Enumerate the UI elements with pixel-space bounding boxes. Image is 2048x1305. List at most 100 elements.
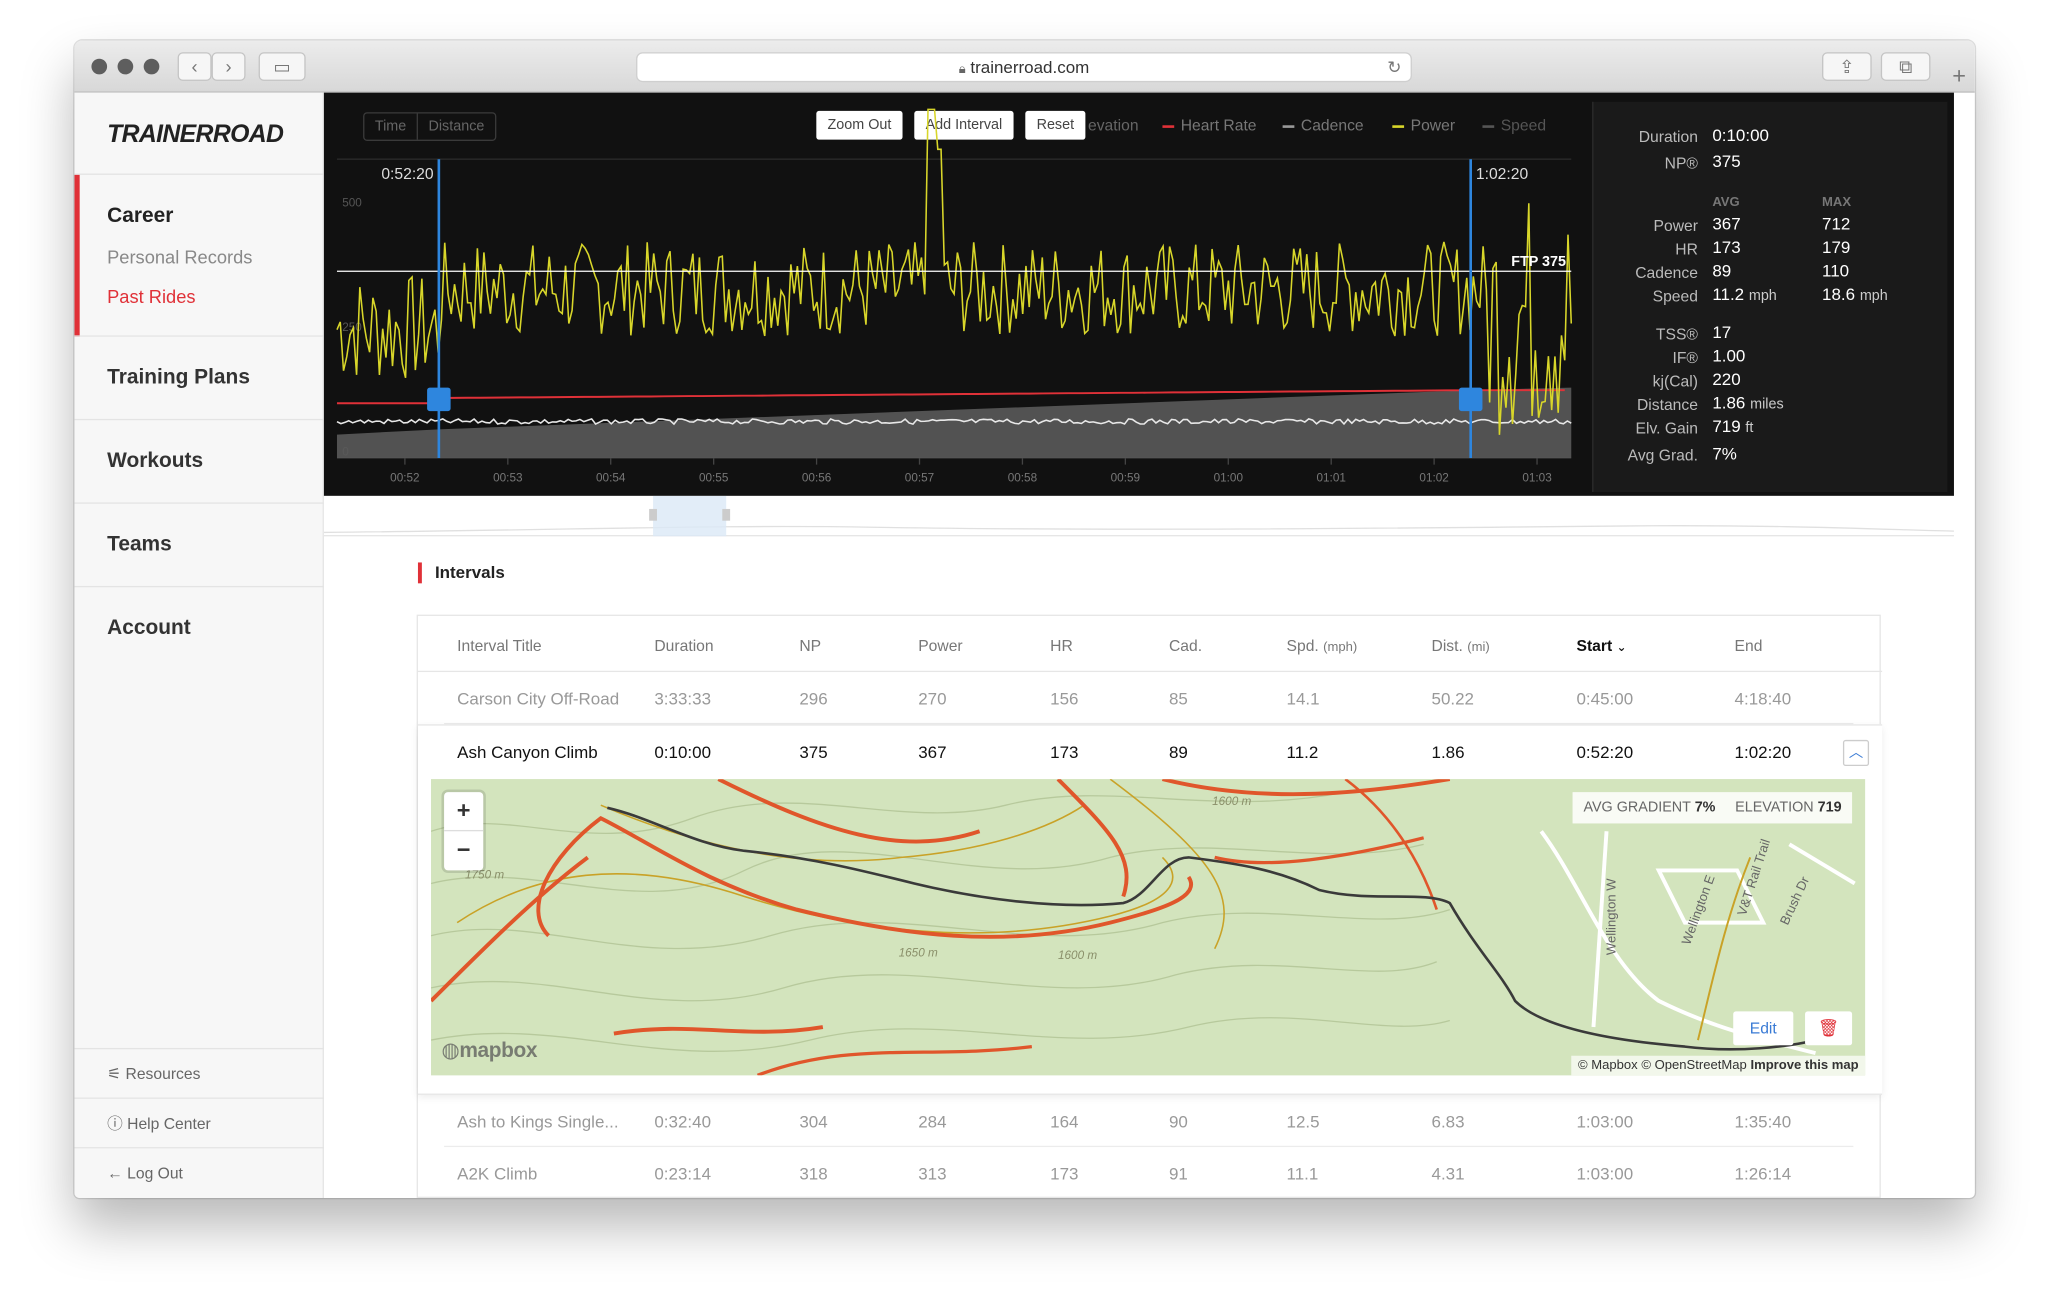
x-tick-label: 00:54 xyxy=(596,472,626,485)
cell-spd: 11.1 xyxy=(1286,1164,1319,1184)
reload-icon[interactable]: ↻ xyxy=(1387,54,1401,81)
zoom-window-button[interactable] xyxy=(143,58,160,75)
back-icon[interactable]: ‹ xyxy=(177,52,212,81)
col-start[interactable]: Start ⌄ xyxy=(1576,637,1626,655)
minimize-window-button[interactable] xyxy=(117,58,134,75)
browser-toolbar: ‹ › ▭ 🔒︎ trainerroad.com ↻ ⇪ ⧉ + xyxy=(74,40,1975,93)
improve-map-link[interactable]: Improve this map xyxy=(1750,1058,1858,1072)
sidebar-toggle-icon[interactable]: ▭ xyxy=(258,52,306,81)
cell-start: 1:03:00 xyxy=(1576,1164,1634,1184)
share-icon[interactable]: ⇪ xyxy=(1822,52,1872,81)
help-center-link[interactable]: ⓘ Help Center xyxy=(74,1097,324,1148)
resources-label: Resources xyxy=(125,1064,201,1084)
np-label: NP® xyxy=(1664,153,1698,173)
col-duration[interactable]: Duration xyxy=(654,637,713,655)
interval-map[interactable]: 1600 m 1650 m 1600 m 1750 m Wellington W… xyxy=(431,779,1866,1076)
cell-title: Carson City Off-Road xyxy=(457,689,620,709)
nav-past-rides[interactable]: Past Rides xyxy=(107,286,195,307)
map-attribution: © Mapbox © OpenStreetMap Improve this ma… xyxy=(1571,1055,1866,1076)
nav-group-account: Account xyxy=(74,585,324,670)
duration-value: 0:10:00 xyxy=(1712,125,1769,145)
nav-training-plans[interactable]: Training Plans xyxy=(107,367,250,390)
duration-label: Duration xyxy=(1638,127,1698,147)
map-zoom-control: + − xyxy=(444,792,484,871)
edit-interval-button[interactable]: Edit xyxy=(1733,1011,1794,1046)
cell-spd: 11.2 xyxy=(1286,742,1319,763)
address-bar[interactable]: 🔒︎ trainerroad.com ↻ xyxy=(636,52,1412,83)
overview-selection[interactable] xyxy=(653,495,727,537)
cell-dist: 4.31 xyxy=(1431,1164,1465,1184)
col-title[interactable]: Interval Title xyxy=(457,637,542,655)
attribution-text[interactable]: © Mapbox © OpenStreetMap xyxy=(1578,1058,1747,1072)
kj-label: kj(Cal) xyxy=(1652,371,1698,391)
x-tick-label: 00:57 xyxy=(905,472,934,485)
cell-end: 1:26:14 xyxy=(1734,1164,1792,1184)
nav-personal-records[interactable]: Personal Records xyxy=(107,247,252,268)
cell-cad: 90 xyxy=(1168,1111,1188,1132)
speed-avg-unit: mph xyxy=(1748,288,1777,305)
ride-chart-panel: Time Distance Zoom Out Add Interval Rese… xyxy=(323,92,1954,496)
x-tick-label: 00:55 xyxy=(699,472,729,485)
table-row-selected[interactable]: Ash Canyon Climb 0:10:00 375 367 173 89 … xyxy=(444,726,1853,778)
col-np[interactable]: NP xyxy=(799,637,821,655)
speed-max: 18.6 mph xyxy=(1822,284,1888,304)
x-tick-label: 01:03 xyxy=(1522,472,1552,485)
col-spd[interactable]: Spd. (mph) xyxy=(1287,637,1358,655)
mapbox-logo[interactable]: ◍mapbox xyxy=(441,1037,537,1063)
col-spd-label: Spd. xyxy=(1286,636,1319,656)
nav-career[interactable]: Career xyxy=(107,205,173,228)
overview-left-handle[interactable] xyxy=(649,508,657,521)
cell-power: 313 xyxy=(918,1164,947,1184)
sidebar: TRAINERROAD Career Personal Records Past… xyxy=(74,92,324,1198)
table-row[interactable]: A2K Climb 0:23:14 318 313 173 91 11.1 4.… xyxy=(444,1147,1854,1198)
url-text: trainerroad.com xyxy=(970,57,1090,77)
trainerroad-logo[interactable]: TRAINERROAD xyxy=(107,121,284,150)
collapse-chevron-up-icon[interactable]: ︿ xyxy=(1842,739,1870,767)
zoom-in-button[interactable]: + xyxy=(444,792,484,832)
cell-end: 4:18:40 xyxy=(1734,689,1792,709)
col-end[interactable]: End xyxy=(1735,637,1763,655)
cell-duration: 0:23:14 xyxy=(654,1164,712,1184)
forward-icon[interactable]: › xyxy=(211,52,246,81)
overview-right-handle[interactable] xyxy=(722,508,731,521)
ride-overview-scrubber[interactable] xyxy=(323,495,1954,537)
nav-workouts[interactable]: Workouts xyxy=(107,450,203,473)
table-row[interactable]: Carson City Off-Road 3:33:33 296 270 156… xyxy=(444,672,1854,725)
tss-value: 17 xyxy=(1712,322,1732,342)
cell-hr: 173 xyxy=(1050,742,1079,763)
nav-group-teams: Teams xyxy=(74,502,324,586)
col-hr[interactable]: HR xyxy=(1050,637,1073,655)
new-tab-icon[interactable]: + xyxy=(1944,61,1975,92)
col-dist[interactable]: Dist. (mi) xyxy=(1432,637,1490,655)
col-cad[interactable]: Cad. xyxy=(1169,637,1202,655)
career-group: Career Personal Records Past Rides xyxy=(74,173,324,337)
zoom-out-button[interactable]: − xyxy=(444,831,483,870)
cell-duration: 0:32:40 xyxy=(654,1111,712,1132)
resources-link[interactable]: ⚟ Resources xyxy=(74,1047,324,1098)
log-out-link[interactable]: ← Log Out xyxy=(74,1147,324,1197)
table-row[interactable]: Ash to Kings Single... 0:32:40 304 284 1… xyxy=(444,1095,1854,1148)
cell-dist: 6.83 xyxy=(1431,1111,1465,1132)
cell-duration: 3:33:33 xyxy=(654,689,712,709)
help-icon: ⓘ xyxy=(107,1114,128,1133)
avg-gradient-label: AVG GRADIENT xyxy=(1583,799,1691,816)
close-window-button[interactable] xyxy=(91,58,108,75)
tabs-overview-icon[interactable]: ⧉ xyxy=(1880,52,1931,81)
selection-end-handle[interactable] xyxy=(1458,387,1483,412)
hr-avg: 173 xyxy=(1712,237,1741,258)
selection-end-time: 1:02:20 xyxy=(1476,166,1529,183)
workout-chart[interactable]: 5002500 FTP 375 0:52:20 1:02:20 00:5200:… xyxy=(324,93,1592,496)
kj-value: 220 xyxy=(1712,369,1741,389)
selection-start-handle[interactable] xyxy=(427,387,451,412)
col-power[interactable]: Power xyxy=(918,637,962,655)
delete-trash-icon[interactable]: 🗑︎ xyxy=(1805,1011,1853,1046)
cell-spd: 12.5 xyxy=(1286,1111,1320,1132)
x-tick-label: 01:02 xyxy=(1419,472,1448,485)
browser-window: ‹ › ▭ 🔒︎ trainerroad.com ↻ ⇪ ⧉ + TRAINER… xyxy=(74,40,1975,1198)
selection-start-time: 0:52:20 xyxy=(381,166,434,183)
nav-account[interactable]: Account xyxy=(107,617,191,640)
cell-hr: 156 xyxy=(1050,689,1079,709)
speed-avg-value: 11.2 xyxy=(1712,284,1745,305)
sort-chevron-down-icon: ⌄ xyxy=(1616,640,1627,654)
nav-teams[interactable]: Teams xyxy=(107,534,172,557)
